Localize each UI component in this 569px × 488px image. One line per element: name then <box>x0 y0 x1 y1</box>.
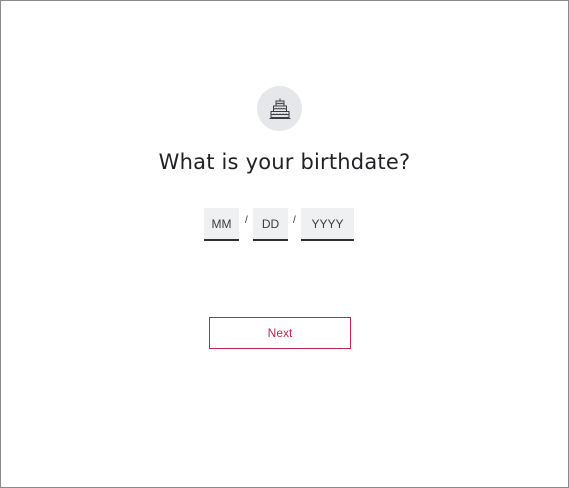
year-input[interactable] <box>301 208 354 241</box>
page-title: What is your birthdate? <box>158 150 411 174</box>
birthday-cake-icon <box>269 98 290 119</box>
date-separator: / <box>293 215 296 226</box>
month-input[interactable] <box>204 208 239 241</box>
birthdate-dialog: What is your birthdate? / / Next <box>0 0 569 488</box>
next-button[interactable]: Next <box>209 317 351 349</box>
day-input[interactable] <box>253 208 288 241</box>
date-separator: / <box>245 215 248 226</box>
cake-badge <box>257 86 302 131</box>
